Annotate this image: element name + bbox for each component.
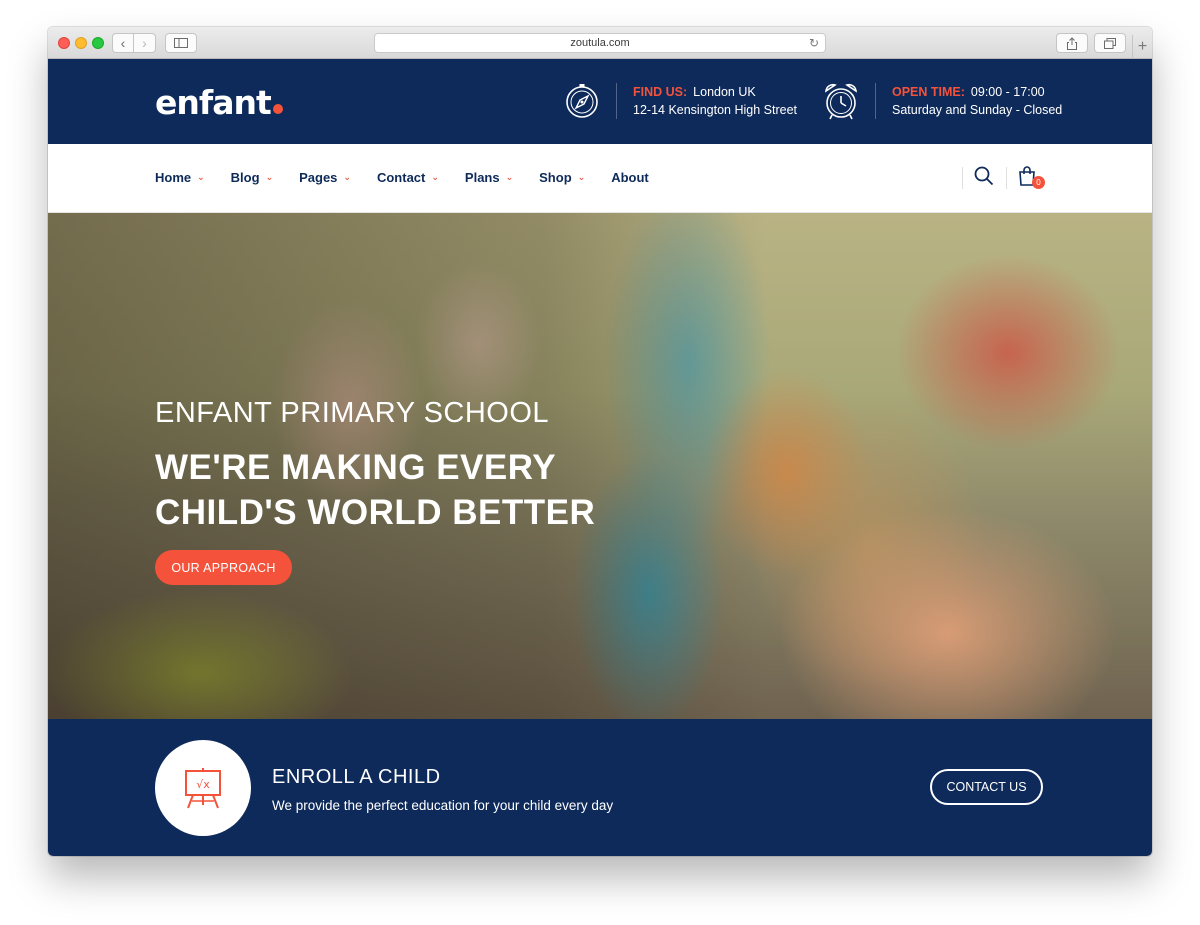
chevron-right-icon: › — [142, 35, 147, 51]
back-button[interactable]: ‹ — [112, 33, 134, 53]
svg-text:√x: √x — [196, 778, 210, 791]
chevron-left-icon: ‹ — [120, 35, 126, 51]
cart-count-badge: 0 — [1032, 176, 1045, 189]
logo-dot — [272, 104, 283, 114]
nav-item-shop[interactable]: Shop ⌄ — [539, 170, 585, 185]
open-time-text: OPEN TIME: 09:00 - 17:00 Saturday and Sun… — [892, 83, 1062, 119]
open-time-hours: 09:00 - 17:00 — [970, 85, 1045, 99]
nav-item-label: Plans — [464, 170, 500, 185]
hero-subtitle: ENFANT PRIMARY SCHOOL — [155, 397, 550, 429]
browser-toolbar: ‹ › zoutula.com ↻ + — [48, 27, 1152, 59]
cart-button[interactable]: 0 — [1018, 166, 1045, 190]
minimize-window-button[interactable] — [75, 37, 87, 49]
new-tab-button[interactable]: + — [1132, 35, 1152, 59]
info-separator — [875, 83, 876, 119]
chevron-down-icon: ⌄ — [577, 172, 586, 182]
forward-button[interactable]: › — [134, 33, 156, 53]
url-text: zoutula.com — [570, 37, 630, 49]
tabs-icon — [1104, 37, 1116, 49]
hero-title-line: CHILD'S WORLD BETTER — [155, 493, 596, 532]
enroll-icon-circle: √x — [155, 740, 251, 836]
search-button[interactable] — [974, 166, 996, 188]
chevron-down-icon: ⌄ — [265, 172, 274, 182]
chevron-down-icon: ⌄ — [431, 172, 439, 182]
zoom-window-button[interactable] — [92, 37, 104, 49]
search-icon — [974, 166, 994, 186]
nav-item-label: Shop — [539, 170, 572, 185]
close-window-button[interactable] — [58, 37, 70, 49]
nav-separator — [962, 167, 963, 189]
find-us-city: London UK — [693, 85, 756, 99]
nav-item-label: Home — [155, 170, 192, 185]
sidebar-icon — [174, 38, 188, 48]
reload-icon[interactable]: ↻ — [809, 36, 819, 50]
enroll-description: We provide the perfect education for you… — [272, 798, 614, 813]
nav-item-pages[interactable]: Pages ⌄ — [299, 170, 351, 185]
nav-item-plans[interactable]: Plans ⌄ — [465, 170, 513, 185]
contact-us-button[interactable]: CONTACT US — [930, 769, 1043, 805]
nav-item-blog[interactable]: Blog ⌄ — [231, 170, 273, 185]
nav-item-label: Contact — [376, 170, 426, 185]
open-time-block: OPEN TIME: 09:00 - 17:00 Saturday and Sun… — [821, 79, 1062, 123]
history-buttons: ‹ › — [112, 33, 156, 53]
find-us-block: FIND US: London UK 12-14 Kensington High … — [562, 79, 797, 123]
sidebar-toggle-button[interactable] — [165, 33, 197, 53]
enroll-section: √x ENROLL A CHILD We provide the perfect… — [48, 719, 1152, 856]
compass-icon — [562, 79, 602, 123]
chevron-down-icon: ⌄ — [343, 172, 351, 182]
site-topbar: enfant FIND US: London UK 12-14 Kensingto… — [48, 59, 1152, 144]
main-navigation: Home ⌄ Blog ⌄ Pages ⌄ Contact ⌄ Plans ⌄ … — [48, 144, 1152, 213]
share-icon — [1067, 36, 1077, 50]
open-time-closed: Saturday and Sunday - Closed — [892, 103, 1063, 117]
browser-window: ‹ › zoutula.com ↻ + enfant FIND US: Lond… — [48, 27, 1152, 856]
site-logo[interactable]: enfant — [155, 83, 283, 122]
nav-item-label: About — [611, 170, 649, 185]
chevron-down-icon: ⌄ — [197, 172, 205, 182]
our-approach-button[interactable]: OUR APPROACH — [155, 550, 292, 585]
nav-item-about[interactable]: About — [611, 170, 649, 185]
hero-banner: ENFANT PRIMARY SCHOOL WE'RE MAKING EVERY… — [48, 213, 1152, 719]
nav-item-label: Pages — [299, 170, 338, 185]
address-bar[interactable]: zoutula.com ↻ — [374, 33, 826, 53]
chalkboard-icon: √x — [185, 768, 221, 809]
find-us-text: FIND US: London UK 12-14 Kensington High … — [633, 83, 797, 119]
find-us-label: FIND US: — [633, 85, 688, 99]
open-time-label: OPEN TIME: — [892, 85, 965, 99]
enroll-title: ENROLL A CHILD — [272, 766, 441, 788]
nav-separator — [1006, 167, 1007, 189]
find-us-address: 12-14 Kensington High Street — [633, 103, 797, 117]
tab-overview-button[interactable] — [1094, 33, 1126, 53]
plus-icon: + — [1137, 38, 1148, 55]
nav-item-contact[interactable]: Contact ⌄ — [377, 170, 439, 185]
logo-text: enfant — [155, 83, 272, 122]
share-button[interactable] — [1056, 33, 1088, 53]
hero-title: WE'RE MAKING EVERY CHILD'S WORLD BETTER — [155, 445, 595, 535]
nav-item-home[interactable]: Home ⌄ — [155, 170, 205, 185]
info-separator — [616, 83, 617, 119]
chevron-down-icon: ⌄ — [505, 172, 514, 182]
nav-item-label: Blog — [230, 170, 260, 185]
hero-title-line: WE'RE MAKING EVERY — [155, 448, 557, 487]
main-menu: Home ⌄ Blog ⌄ Pages ⌄ Contact ⌄ Plans ⌄ … — [155, 170, 675, 185]
alarm-clock-icon — [821, 79, 861, 123]
